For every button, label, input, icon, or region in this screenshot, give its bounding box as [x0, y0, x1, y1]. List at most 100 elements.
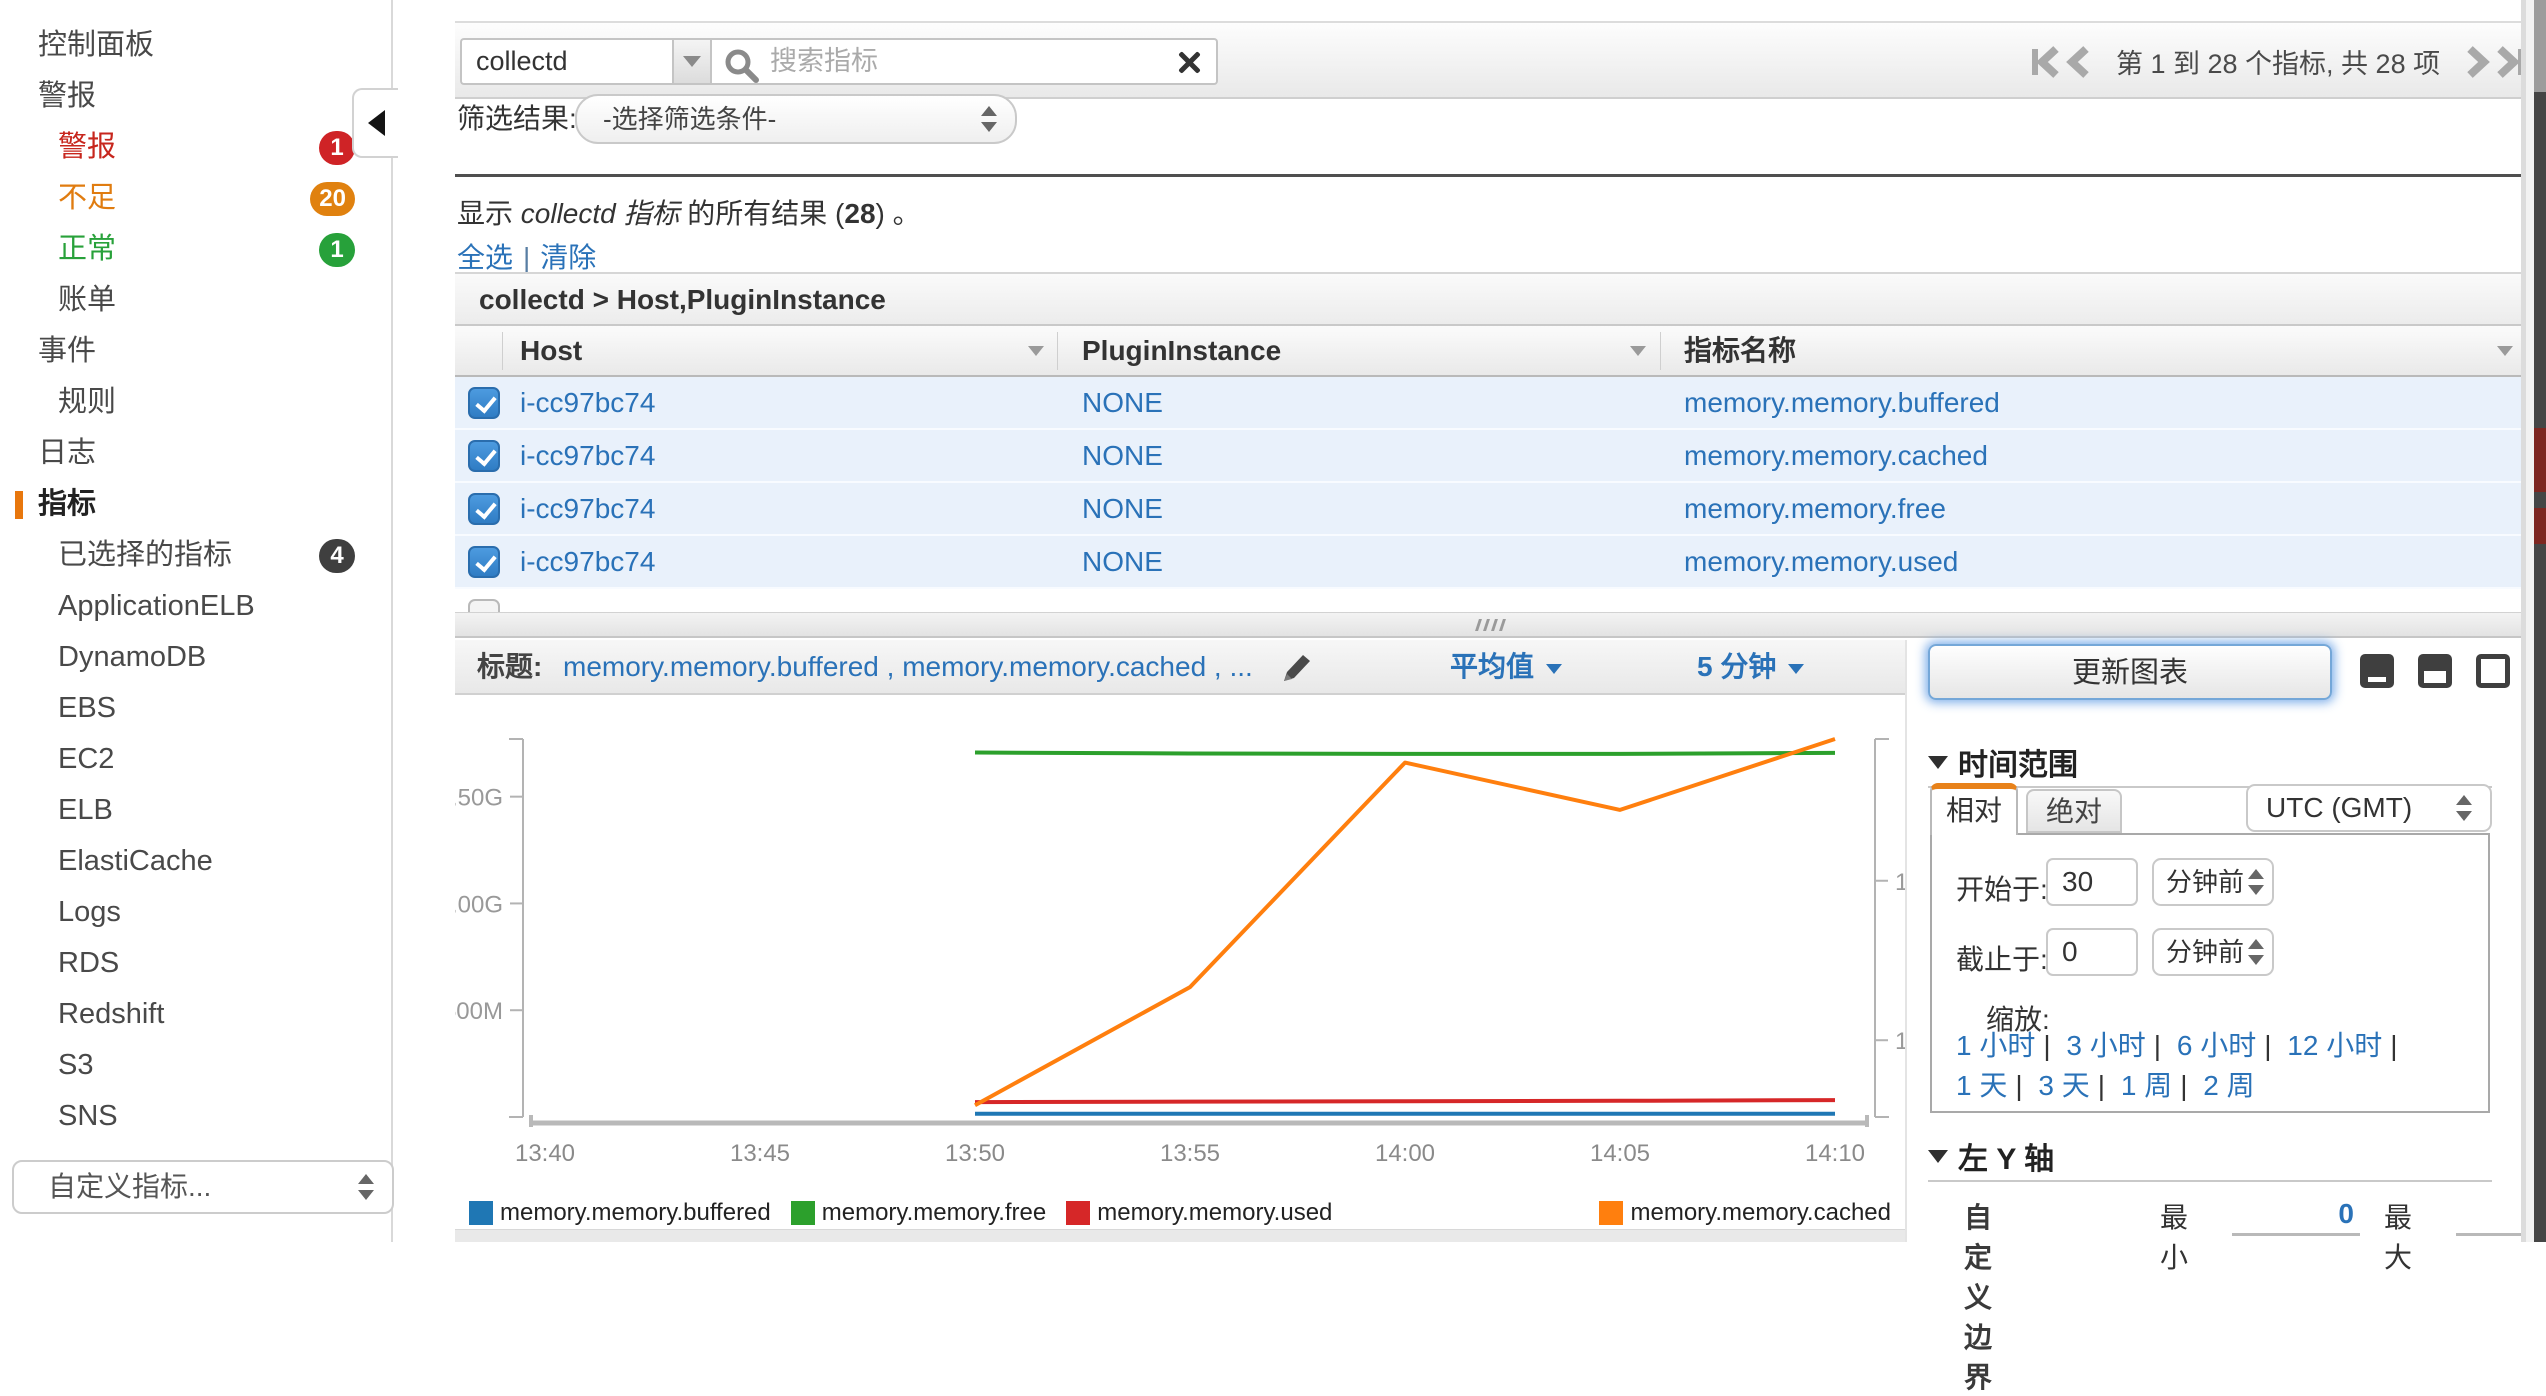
pane-splitter[interactable]	[455, 612, 2526, 638]
zoom-preset-link[interactable]: 1 周	[2121, 1070, 2172, 1101]
sidebar-item[interactable]: EC2	[0, 734, 391, 785]
metric-link[interactable]: memory.memory.cached	[1684, 430, 1988, 481]
sidebar-item[interactable]: 控制面板	[0, 20, 391, 71]
host-link[interactable]: i-cc97bc74	[520, 430, 655, 481]
sort-arrow-icon[interactable]	[1630, 346, 1646, 356]
table-row[interactable]: i-cc97bc74 NONE memory.memory.buffered	[455, 377, 2526, 430]
start-unit-select[interactable]: 分钟前	[2152, 858, 2274, 906]
legend-bottom-layout-icon[interactable]	[2360, 654, 2394, 688]
plugin-link[interactable]: NONE	[1082, 430, 1163, 481]
sidebar-item[interactable]: 规则	[0, 377, 391, 428]
column-header-host[interactable]: Host	[520, 326, 582, 375]
first-page-button[interactable]	[2030, 42, 2064, 82]
tab-relative[interactable]: 相对	[1930, 783, 2018, 835]
sidebar-collapse-tab[interactable]	[352, 88, 398, 158]
row-checkbox[interactable]	[468, 387, 500, 419]
sidebar-item[interactable]: Redshift	[0, 989, 391, 1040]
table-row[interactable]: i-d9c4ab33 NONE memory.memory.buffered	[455, 589, 2526, 612]
table-row[interactable]: i-cc97bc74 NONE memory.memory.free	[455, 483, 2526, 536]
sidebar-item[interactable]: Logs	[0, 887, 391, 938]
legend-split-layout-icon[interactable]	[2418, 654, 2452, 688]
row-checkbox[interactable]	[468, 493, 500, 525]
sidebar-item[interactable]: 指标	[0, 479, 391, 530]
zoom-preset-link[interactable]: 6 小时	[2177, 1030, 2256, 1061]
host-link[interactable]: i-d9c4ab33	[520, 597, 659, 612]
end-unit-select[interactable]: 分钟前	[2152, 928, 2274, 976]
metric-link[interactable]: memory.memory.used	[1684, 536, 1958, 587]
results-summary: 显示 collectd 指标 的所有结果 (28) 。	[457, 192, 921, 232]
select-all-link[interactable]: 全选	[457, 242, 513, 273]
metric-link[interactable]: memory.memory.buffered	[1684, 597, 2000, 612]
metrics-table: Host PluginInstance 指标名称 i-cc97bc74 NONE…	[455, 326, 2526, 612]
clear-selection-link[interactable]: 清除	[540, 242, 596, 273]
host-link[interactable]: i-cc97bc74	[520, 536, 655, 587]
sidebar-item[interactable]: S3	[0, 1040, 391, 1091]
zoom-preset-link[interactable]: 1 小时	[1956, 1030, 2035, 1061]
metric-link[interactable]: memory.memory.buffered	[1684, 377, 2000, 428]
search-input[interactable]: 搜索指标	[712, 38, 1218, 85]
next-page-button[interactable]	[2462, 42, 2492, 82]
plugin-link[interactable]: NONE	[1082, 377, 1163, 428]
namespace-filter-value[interactable]: collectd	[460, 38, 688, 85]
end-value-input[interactable]: 0	[2046, 928, 2138, 976]
statistic-dropdown[interactable]: 平均值	[1450, 640, 1562, 693]
clear-search-icon[interactable]	[1176, 50, 1200, 74]
sidebar-item[interactable]: 警报	[0, 71, 391, 122]
tab-absolute[interactable]: 绝对	[2026, 789, 2122, 833]
min-value-input[interactable]: 0	[2232, 1192, 2360, 1236]
sidebar-item[interactable]: DynamoDB	[0, 632, 391, 683]
time-range-section-header[interactable]: 时间范围	[1928, 740, 2078, 784]
table-row[interactable]: i-cc97bc74 NONE memory.memory.used	[455, 536, 2526, 589]
start-value-input[interactable]: 30	[2046, 858, 2138, 906]
row-checkbox[interactable]	[468, 440, 500, 472]
scrollbar-thumb[interactable]	[2534, 0, 2546, 92]
column-header-plugin[interactable]: PluginInstance	[1082, 326, 1281, 375]
zoom-preset-link[interactable]: 1 天	[1956, 1070, 2007, 1101]
host-link[interactable]: i-cc97bc74	[520, 483, 655, 534]
custom-metrics-select[interactable]: 自定义指标...	[12, 1160, 394, 1214]
column-header-metric[interactable]: 指标名称	[1684, 326, 1796, 375]
row-checkbox[interactable]	[468, 546, 500, 578]
chart-title[interactable]: memory.memory.buffered , memory.memory.c…	[563, 640, 1253, 693]
sidebar-item[interactable]: 日志	[0, 428, 391, 479]
row-checkbox[interactable]	[468, 599, 500, 612]
sidebar-item[interactable]: 账单	[0, 275, 391, 326]
plugin-link[interactable]: NONE	[1082, 536, 1163, 587]
sidebar-item[interactable]: 警报 1	[0, 122, 391, 173]
table-row[interactable]: i-cc97bc74 NONE memory.memory.cached	[455, 430, 2526, 483]
filter-select[interactable]: -选择筛选条件-	[575, 94, 1017, 144]
namespace-dropdown-button[interactable]	[672, 38, 712, 85]
sidebar-item[interactable]: RDS	[0, 938, 391, 989]
left-y-axis-section-header[interactable]: 左 Y 轴	[1928, 1134, 2054, 1178]
sidebar-item-label: 账单	[58, 284, 116, 316]
sort-arrow-icon[interactable]	[1028, 346, 1044, 356]
sidebar-item[interactable]: 事件	[0, 326, 391, 377]
zoom-preset-link[interactable]: 3 小时	[2066, 1030, 2145, 1061]
edit-title-icon[interactable]	[1281, 652, 1313, 684]
no-legend-layout-icon[interactable]	[2476, 654, 2510, 688]
plugin-link[interactable]: NONE	[1082, 597, 1163, 612]
svg-text:1.00G: 1.00G	[455, 891, 503, 918]
sidebar-item[interactable]: 已选择的指标 4	[0, 530, 391, 581]
sidebar-item-label: 控制面板	[38, 29, 154, 61]
host-link[interactable]: i-cc97bc74	[520, 377, 655, 428]
plugin-link[interactable]: NONE	[1082, 483, 1163, 534]
zoom-preset-link[interactable]: 2 周	[2203, 1070, 2254, 1101]
update-graph-button[interactable]: 更新图表	[1928, 644, 2332, 700]
sidebar-item[interactable]: ApplicationELB	[0, 581, 391, 632]
sidebar-item[interactable]: EBS	[0, 683, 391, 734]
sort-arrow-icon[interactable]	[2497, 346, 2513, 356]
timezone-select[interactable]: UTC (GMT)	[2246, 784, 2492, 832]
metric-line-chart[interactable]: 500M1.00G1.50G198M198M13:4013:4513:5013:…	[455, 695, 1905, 1195]
count-badge: 1	[319, 131, 355, 165]
zoom-preset-link[interactable]: 12 小时	[2287, 1030, 2382, 1061]
period-dropdown[interactable]: 5 分钟	[1697, 640, 1804, 693]
prev-page-button[interactable]	[2064, 42, 2094, 82]
sidebar-item[interactable]: ELB	[0, 785, 391, 836]
sidebar-item[interactable]: 不足 20	[0, 173, 391, 224]
zoom-preset-link[interactable]: 3 天	[2038, 1070, 2089, 1101]
metric-link[interactable]: memory.memory.free	[1684, 483, 1946, 534]
sidebar-item[interactable]: ElastiCache	[0, 836, 391, 887]
sidebar-item[interactable]: SNS	[0, 1091, 391, 1142]
sidebar-item[interactable]: 正常 1	[0, 224, 391, 275]
